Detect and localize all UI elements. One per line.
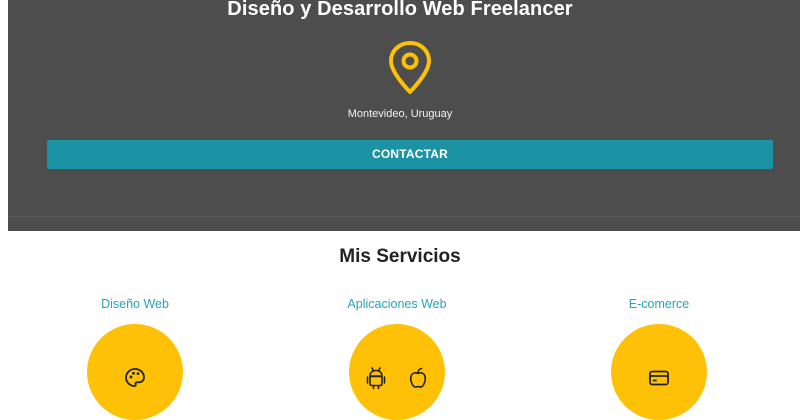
android-icon — [366, 367, 386, 390]
service-circle-aplicaciones-web[interactable] — [349, 324, 445, 420]
services-title: Mis Servicios — [339, 246, 461, 267]
credit-card-icon — [649, 370, 669, 386]
service-label-aplicaciones-web: Aplicaciones Web — [347, 297, 447, 311]
service-label-diseno-web: Diseño Web — [101, 297, 169, 311]
contact-button[interactable]: CONTACTAR — [47, 140, 773, 169]
service-circle-diseno-web[interactable] — [87, 324, 183, 420]
hero-title: Diseño y Desarrollo Web Freelancer — [227, 0, 573, 20]
location-text: Montevideo, Uruguay — [347, 108, 453, 120]
palette-icon — [125, 368, 145, 387]
apple-icon — [409, 367, 427, 388]
service-circle-e-comerce[interactable] — [611, 324, 707, 420]
hero-divider — [8, 216, 800, 217]
service-label-e-comerce: E-comerce — [628, 297, 690, 311]
map-pin-icon — [389, 41, 431, 94]
